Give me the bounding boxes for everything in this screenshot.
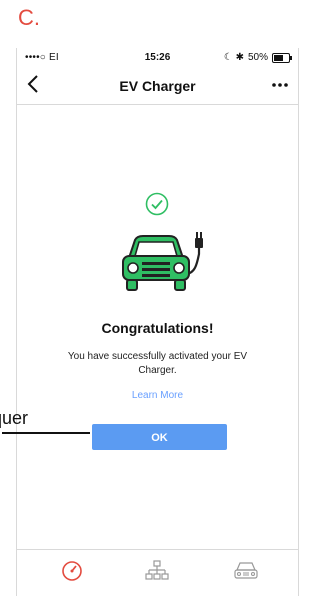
status-bar: ••••○ EI 15:26 ☾ ✱ 50% <box>17 48 298 68</box>
bluetooth-icon: ☾ ✱ <box>223 52 244 63</box>
dashboard-gauge-icon <box>62 561 82 581</box>
more-icon <box>272 83 288 87</box>
more-button[interactable] <box>270 75 290 100</box>
tab-bar <box>17 549 298 596</box>
car-icon <box>234 562 258 579</box>
nav-bar: EV Charger <box>17 70 298 105</box>
battery-icon <box>272 52 292 63</box>
tab-dashboard[interactable] <box>61 560 83 587</box>
learn-more-link[interactable]: Learn More <box>17 390 298 401</box>
battery-percent: 50% <box>247 52 268 63</box>
network-icon <box>145 560 169 580</box>
success-title: Congratulations! <box>101 320 214 336</box>
check-circle-icon <box>145 192 169 216</box>
page-title: EV Charger <box>119 78 196 94</box>
phone-screen: ••••○ EI 15:26 ☾ ✱ 50% EV Charger Congra… <box>16 48 299 596</box>
step-label: C. <box>18 5 40 30</box>
callout-label: quer <box>0 408 29 428</box>
ev-car-icon <box>122 232 203 291</box>
success-message: You have successfully activated your EV … <box>67 351 248 376</box>
callout-line <box>2 432 90 434</box>
ok-button[interactable]: OK <box>92 424 227 450</box>
tab-car[interactable] <box>233 560 259 587</box>
status-right: ☾ ✱ 50% <box>223 52 292 63</box>
tab-network[interactable] <box>145 560 169 587</box>
